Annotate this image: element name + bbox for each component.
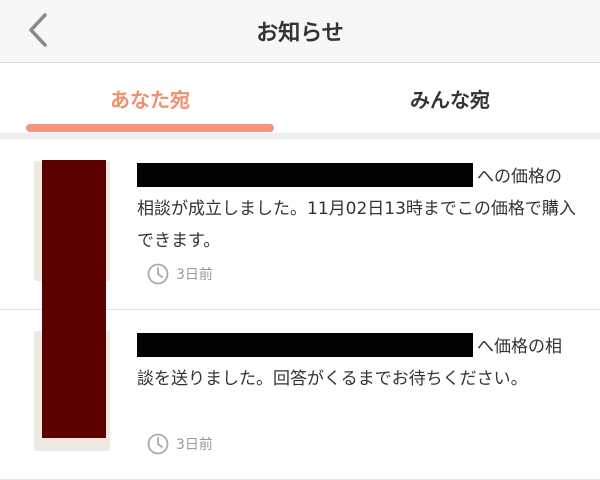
timestamp: 3日前 [147, 433, 213, 455]
tab-bar: あなた宛 みんな宛 [0, 63, 600, 133]
chevron-left-icon [29, 13, 47, 47]
notification-text: へ価格の相談を送りました。回答がくるまでお待ちください。 [137, 331, 577, 395]
redacted-product-name [137, 163, 473, 187]
header-bar: お知らせ [0, 0, 600, 63]
redaction-overlay [42, 160, 106, 438]
back-button[interactable] [18, 8, 58, 52]
clock-icon [147, 433, 169, 455]
notification-text: への価格の相談が成立しました。11月02日13時までこの価格で購入できます。 [137, 161, 577, 257]
tab-for-everyone[interactable]: みんな宛 [300, 63, 600, 133]
page-title: お知らせ [256, 21, 344, 46]
timestamp: 3日前 [147, 263, 213, 285]
active-tab-indicator [26, 124, 274, 132]
clock-icon [147, 263, 169, 285]
tab-for-you[interactable]: あなた宛 [0, 63, 300, 133]
redacted-product-name [137, 333, 473, 357]
